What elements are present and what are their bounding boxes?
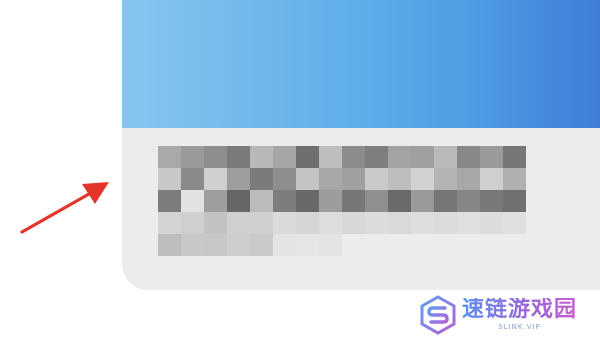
mosaic-tile (158, 212, 181, 234)
mosaic-tile (227, 190, 250, 212)
mosaic-tile (457, 190, 480, 212)
mosaic-tile (204, 212, 227, 234)
s-letter-logo-icon (420, 295, 456, 335)
card-banner (122, 0, 600, 128)
mosaic-tile (273, 212, 296, 234)
mosaic-tile (158, 168, 181, 190)
mosaic-tile (296, 146, 319, 168)
mosaic-row (158, 168, 526, 190)
mosaic-tile (388, 212, 411, 234)
mosaic-tile (457, 146, 480, 168)
mosaic-tile (181, 146, 204, 168)
mosaic-tile (503, 146, 526, 168)
mosaic-tile (227, 168, 250, 190)
mosaic-tile (434, 146, 457, 168)
mosaic-tile (319, 146, 342, 168)
mosaic-tile (158, 146, 181, 168)
mosaic-tile (273, 190, 296, 212)
mosaic-tile (365, 168, 388, 190)
watermark-title: 速链游戏园 (462, 297, 578, 322)
mosaic-tile (227, 234, 250, 256)
mosaic-tile (273, 234, 296, 256)
mosaic-tile (204, 168, 227, 190)
mosaic-tile (319, 190, 342, 212)
watermark-subtitle: SLINK.VIP (498, 323, 541, 331)
mosaic-tile (457, 168, 480, 190)
mosaic-tile (480, 190, 503, 212)
mosaic-tile (250, 212, 273, 234)
mosaic-tile (250, 190, 273, 212)
mosaic-tile (296, 212, 319, 234)
mosaic-tile (480, 168, 503, 190)
mosaic-tile (434, 168, 457, 190)
mosaic-tile (503, 168, 526, 190)
mosaic-tile (204, 146, 227, 168)
mosaic-tile (181, 212, 204, 234)
mosaic-tile (227, 212, 250, 234)
mosaic-tile (296, 234, 319, 256)
mosaic-tile (273, 168, 296, 190)
mosaic-tile (503, 212, 526, 234)
screenshot-stage: 速链游戏园 SLINK.VIP (0, 0, 600, 340)
mosaic-tile (411, 168, 434, 190)
mosaic-tile (319, 212, 342, 234)
mosaic-tile (411, 212, 434, 234)
mosaic-tile (365, 212, 388, 234)
mosaic-tile (296, 190, 319, 212)
mosaic-tile (158, 234, 181, 256)
mosaic-tile (158, 190, 181, 212)
mosaic-tile (365, 146, 388, 168)
mosaic-tile (388, 190, 411, 212)
mosaic-tile (457, 212, 480, 234)
mosaic-row (158, 234, 342, 256)
mosaic-tile (342, 212, 365, 234)
mosaic-tile (181, 234, 204, 256)
mosaic-tile (342, 190, 365, 212)
mosaic-row (158, 146, 526, 168)
mosaic-tile (388, 168, 411, 190)
mosaic-tile (503, 190, 526, 212)
mosaic-tile (227, 146, 250, 168)
mosaic-tile (319, 168, 342, 190)
mosaic-tile (411, 190, 434, 212)
mosaic-row (158, 190, 526, 212)
watermark: 速链游戏园 SLINK.VIP (418, 290, 600, 340)
mosaic-tile (296, 168, 319, 190)
mosaic-tile (411, 146, 434, 168)
mosaic-tile (181, 190, 204, 212)
mosaic-tile (434, 212, 457, 234)
mosaic-tile (250, 146, 273, 168)
mosaic-tile (273, 146, 296, 168)
mosaic-tile (480, 146, 503, 168)
mosaic-tile (342, 146, 365, 168)
mosaic-tile (342, 168, 365, 190)
mosaic-tile (204, 190, 227, 212)
mosaic-tile (250, 168, 273, 190)
mosaic-tile (365, 190, 388, 212)
mosaic-tile (181, 168, 204, 190)
mosaic-tile (480, 212, 503, 234)
mosaic-tile (434, 190, 457, 212)
mosaic-tile (319, 234, 342, 256)
mosaic-row (158, 212, 526, 234)
mosaic-tile (204, 234, 227, 256)
mosaic-tile (250, 234, 273, 256)
mosaic-tile (388, 146, 411, 168)
